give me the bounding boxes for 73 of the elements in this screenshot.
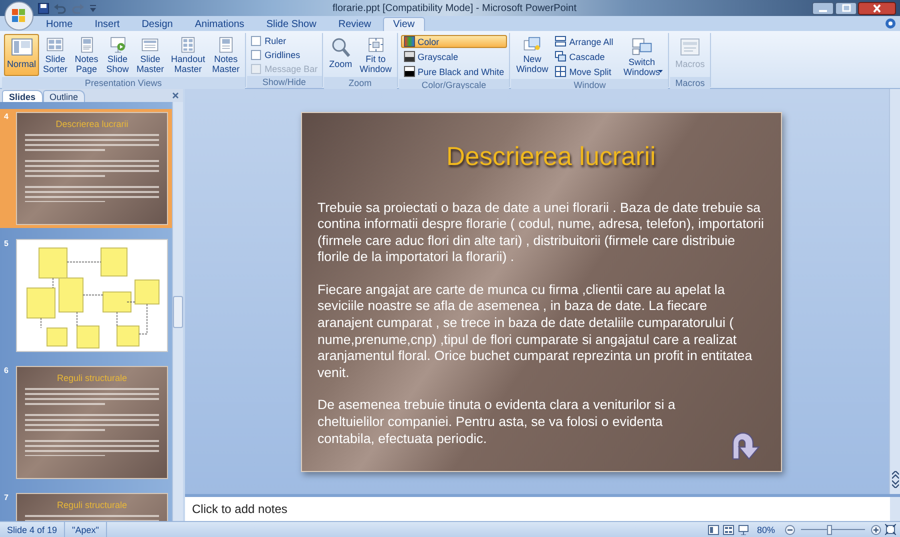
fit-slide-icon[interactable] xyxy=(885,524,896,535)
ribbon-button[interactable]: Slide Master xyxy=(134,34,168,76)
ribbon-button[interactable]: Pure Black and White xyxy=(400,65,508,78)
ribbon-button[interactable]: Slide Sorter xyxy=(40,34,71,76)
slide-number: 5 xyxy=(4,239,10,248)
ribbon-tab[interactable]: Insert xyxy=(84,17,130,31)
minimize-icon[interactable] xyxy=(812,2,834,14)
slide-paragraph: Trebuie sa proiectati o baza de date a unei florarii . Baza de date trebuie sa contina informatii despre florarie ( codul, nume, adresa, telefon), importatorii (firmele care aduc flori din alte tari) , distribuitorii (firmele care distribuie florile de la importatori la florarii) . xyxy=(318,200,764,266)
save-icon[interactable] xyxy=(38,2,49,14)
stacked-windows-icon xyxy=(555,36,566,47)
group-label: Zoom xyxy=(324,77,397,89)
ribbon-button[interactable]: Slide Show xyxy=(102,34,133,76)
scrollbar[interactable] xyxy=(172,102,183,521)
macro-icon xyxy=(678,36,702,58)
ribbon-button[interactable]: Move Split xyxy=(552,65,616,78)
zoom-in-icon[interactable] xyxy=(871,524,881,534)
thumbnail-title: Reguli structurale xyxy=(56,500,128,510)
ribbon-button[interactable]: Cascade xyxy=(552,50,616,63)
maximize-icon[interactable] xyxy=(835,2,857,14)
ribbon-button[interactable]: Color xyxy=(400,35,508,48)
rainbow-swatch-icon xyxy=(404,36,415,47)
ribbon-button[interactable]: Zoom xyxy=(326,34,356,76)
ribbon-tab[interactable]: Design xyxy=(132,17,183,31)
ribbon-button[interactable]: Handout Master xyxy=(168,34,208,76)
ribbon-button[interactable]: Switch Windows xyxy=(617,34,666,76)
window-title: florarie.ppt [Compatibility Mode] - Microsoft PowerPoint xyxy=(332,2,578,14)
ribbon-button[interactable]: Notes Page xyxy=(72,34,102,76)
slide-sorter-icon[interactable] xyxy=(722,524,734,534)
group-label: Macros xyxy=(670,77,710,89)
ribbon-tab[interactable]: Animations xyxy=(184,17,254,31)
scrollbar[interactable] xyxy=(890,497,900,521)
zoom-out-icon[interactable] xyxy=(785,524,795,534)
slide-paragraph: De asemenea trebuie tinuta o evidenta clara a veniturilor si a cheltuielilor companiei. Pentru asta, se va folosi o evidenta contabila, efectuata periodic. xyxy=(318,397,676,448)
split-window-icon xyxy=(555,66,566,77)
slide-number: 6 xyxy=(4,366,10,375)
thumbnail-title: Reguli structurale xyxy=(56,373,128,383)
ribbon-tab[interactable]: Home xyxy=(36,17,83,31)
group-label: Presentation Views xyxy=(2,77,245,89)
ribbon-button[interactable]: Normal xyxy=(4,34,40,76)
close-icon[interactable] xyxy=(858,2,896,14)
ribbon-button[interactable]: Arrange All xyxy=(552,35,616,48)
zoom-slider-thumb[interactable] xyxy=(826,524,832,534)
windows-icon xyxy=(630,36,654,56)
slide-layout-icon xyxy=(10,36,34,58)
contrast-swatch-icon xyxy=(404,66,415,77)
ribbon-tab[interactable]: Review xyxy=(328,17,382,31)
slide-number: 4 xyxy=(4,112,10,121)
scrollbar[interactable] xyxy=(889,89,900,494)
group-label: Show/Hide xyxy=(246,76,322,88)
slide-position: Slide 4 of 19 xyxy=(0,522,66,537)
ribbon-tab[interactable]: Slide Show xyxy=(256,17,326,31)
help-icon[interactable] xyxy=(885,18,896,29)
checkbox[interactable]: Ruler xyxy=(248,35,320,47)
normal-view-icon[interactable] xyxy=(708,524,719,534)
slide-show-icon[interactable] xyxy=(738,524,749,534)
checkbox[interactable]: Gridlines xyxy=(248,49,320,61)
next-slide-icon[interactable] xyxy=(892,480,898,488)
thumbnail-title: Descrierea lucrarii xyxy=(56,119,128,129)
zoom-level[interactable]: 80% xyxy=(756,524,775,534)
pane-tab[interactable]: Outline xyxy=(42,90,86,102)
slide-title: Descrierea lucrarii xyxy=(446,140,656,172)
ribbon-button[interactable]: New Window xyxy=(513,34,552,76)
ribbon-tab[interactable]: View xyxy=(383,17,425,31)
slide-paragraph: Fiecare angajat are carte de munca cu firma ,clientii care au apelat la seviciile noastre se afla de asemenea , in baza de date. La fiecare aranajent cumparat , se trece in baza de date detaliile cumparatorului ( nume,prenume,cnp) ,tipul de flori cumparate si angajatul care a realizat aranjamentul floral. Orice buchet cumparat reprezinta un profit in entitatea venit. xyxy=(318,282,754,382)
previous-slide-icon[interactable] xyxy=(892,471,898,479)
theme-name: "Apex" xyxy=(65,522,107,537)
ribbon-button[interactable]: Grayscale xyxy=(400,50,508,63)
pane-tab[interactable]: Slides xyxy=(2,90,43,102)
ribbon-button[interactable]: Fit to Window xyxy=(356,34,395,76)
ribbon-button[interactable]: Notes Master xyxy=(209,34,243,76)
cascade-windows-icon xyxy=(555,51,566,62)
slide-number: 7 xyxy=(4,493,10,502)
shaded-swatch-icon xyxy=(404,51,415,62)
